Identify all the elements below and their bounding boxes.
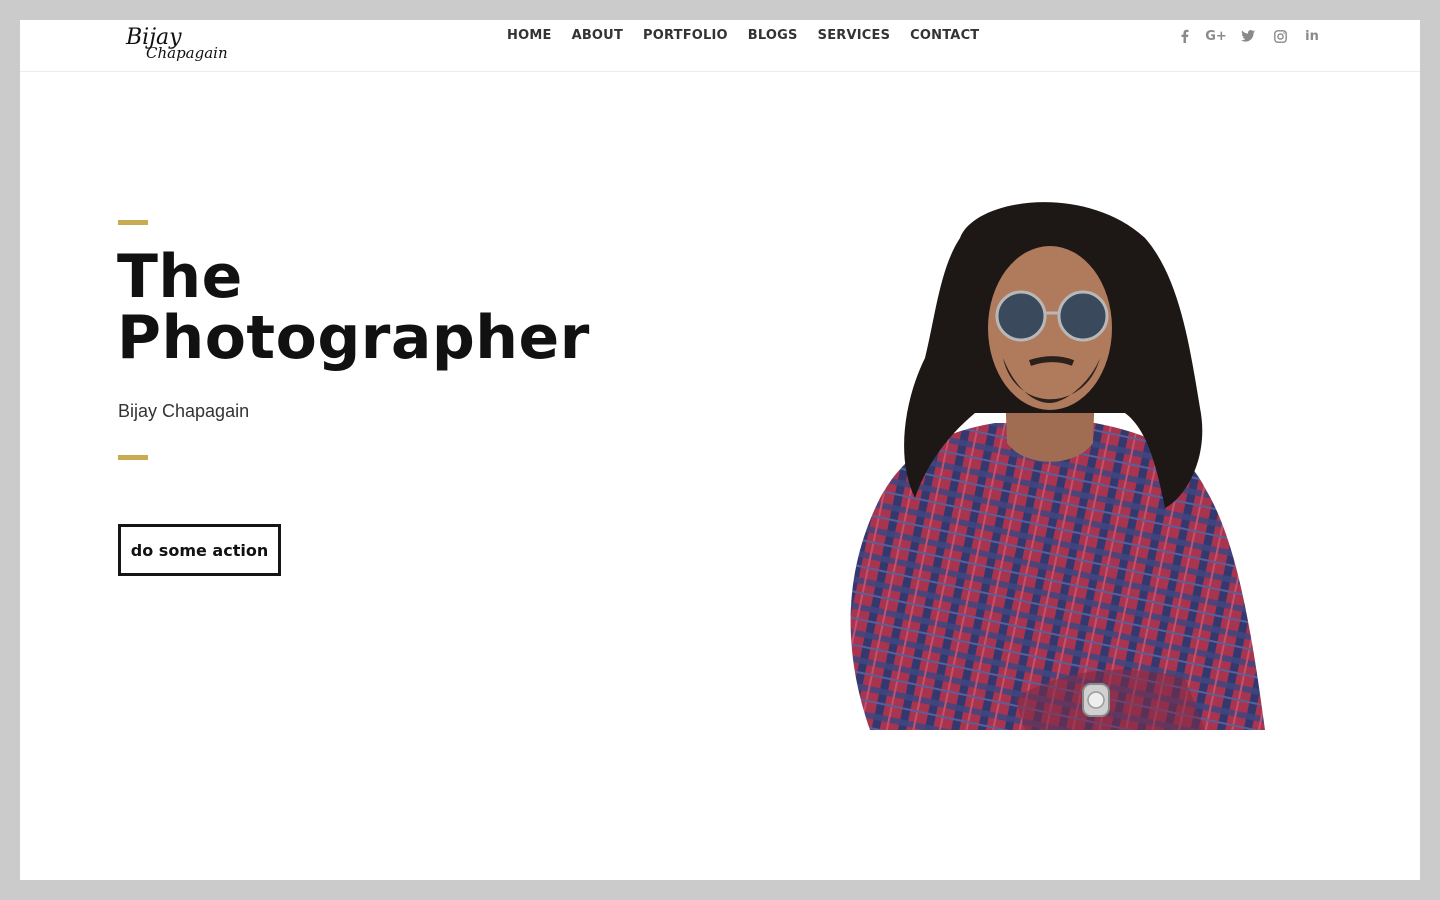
nav-home[interactable]: HOME xyxy=(507,27,552,45)
nav-blogs[interactable]: BLOGS xyxy=(748,27,798,45)
linkedin-icon[interactable]: in xyxy=(1296,25,1328,47)
hero-title-line2: Photographer xyxy=(117,303,590,373)
main-nav: HOME ABOUT PORTFOLIO BLOGS SERVICES CONT… xyxy=(507,27,999,45)
hero-title: The Photographer xyxy=(117,247,637,369)
nav-contact[interactable]: CONTACT xyxy=(910,27,979,45)
accent-bar-top xyxy=(118,220,148,225)
hero-subtitle: Bijay Chapagain xyxy=(118,401,250,421)
social-links: G+ in xyxy=(1168,25,1328,47)
instagram-icon[interactable] xyxy=(1264,25,1296,47)
page: Bijay Chapagain HOME ABOUT PORTFOLIO BLO… xyxy=(20,20,1420,880)
site-logo[interactable]: Bijay Chapagain xyxy=(124,24,228,68)
hero-title-line1: The xyxy=(117,242,243,312)
nav-about[interactable]: ABOUT xyxy=(572,27,623,45)
site-header: Bijay Chapagain HOME ABOUT PORTFOLIO BLO… xyxy=(20,20,1420,72)
portrait-image xyxy=(850,202,1265,730)
google-plus-icon[interactable]: G+ xyxy=(1200,25,1232,47)
cta-button[interactable]: do some action xyxy=(118,524,281,576)
nav-portfolio[interactable]: PORTFOLIO xyxy=(643,27,728,45)
facebook-icon[interactable] xyxy=(1168,25,1200,47)
logo-line2: Chapagain xyxy=(146,44,228,62)
accent-bar-bottom xyxy=(118,455,148,460)
nav-services[interactable]: SERVICES xyxy=(818,27,891,45)
twitter-icon[interactable] xyxy=(1232,25,1264,47)
